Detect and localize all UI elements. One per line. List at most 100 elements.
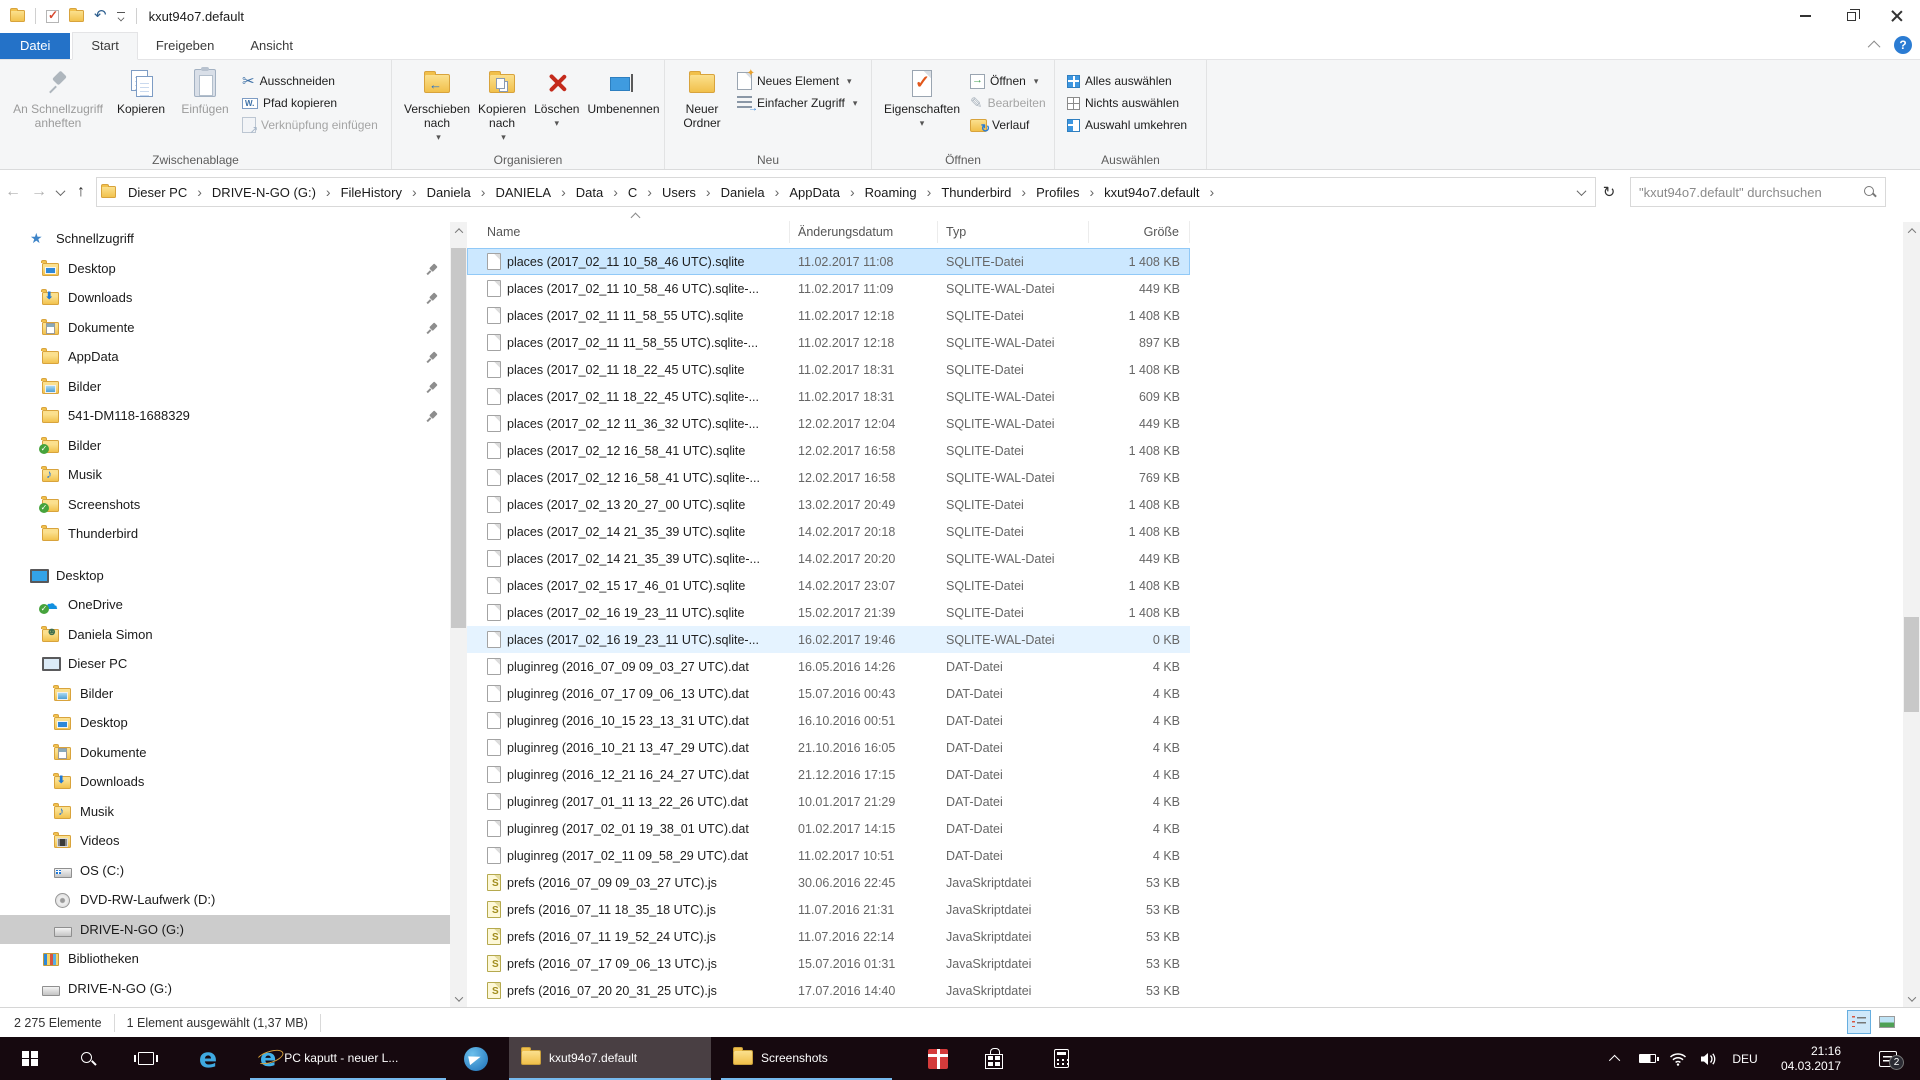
column-header-date[interactable]: Änderungsdatum	[790, 221, 938, 243]
file-row[interactable]: prefs (2016_07_11 18_35_18 UTC).js 11.07…	[467, 896, 1190, 923]
sidebar-item[interactable]: Downloads	[0, 283, 450, 313]
ribbon-tab[interactable]: Start	[72, 32, 137, 60]
explorer-task-button-screenshots[interactable]: Screenshots	[721, 1037, 892, 1080]
battery-status[interactable]	[1634, 1037, 1660, 1080]
file-row[interactable]: pluginreg (2016_07_17 09_06_13 UTC).dat …	[467, 680, 1190, 707]
properties-button[interactable]: Eigenschaften	[880, 64, 964, 132]
breadcrumb-segment[interactable]: Dieser PC	[124, 183, 208, 202]
sidebar-item[interactable]: DRIVE-N-GO (G:)	[0, 915, 450, 945]
new-item-button[interactable]: Neues Element	[737, 70, 857, 92]
language-indicator[interactable]: DEU	[1726, 1037, 1764, 1080]
file-row[interactable]: places (2017_02_11 10_58_46 UTC).sqlite-…	[467, 275, 1190, 302]
scrollbar-thumb[interactable]	[1904, 617, 1919, 712]
invert-selection-button[interactable]: Auswahl umkehren	[1067, 114, 1187, 136]
search-icon[interactable]	[1863, 185, 1877, 199]
network-status[interactable]	[1664, 1037, 1692, 1080]
copy-to-button[interactable]: Kopieren nach	[474, 64, 530, 146]
file-row[interactable]: places (2017_02_14 21_35_39 UTC).sqlite-…	[467, 545, 1190, 572]
file-row[interactable]: pluginreg (2017_01_11 13_22_26 UTC).dat …	[467, 788, 1190, 815]
file-row[interactable]: pluginreg (2016_10_15 23_13_31 UTC).dat …	[467, 707, 1190, 734]
tray-expand-button[interactable]	[1604, 1037, 1628, 1080]
breadcrumb-segment[interactable]: Daniela	[717, 183, 786, 202]
file-row[interactable]: prefs (2016_07_11 19_52_24 UTC).js 11.07…	[467, 923, 1190, 950]
file-row[interactable]: places (2017_02_11 18_22_45 UTC).sqlite …	[467, 356, 1190, 383]
paste-button[interactable]: Einfügen	[174, 64, 236, 118]
new-folder-button[interactable]: Neuer Ordner	[673, 64, 731, 132]
sidebar-item[interactable]: 541-DM118-1688329	[0, 401, 450, 431]
rename-button[interactable]: Umbenennen	[583, 64, 663, 118]
breadcrumb-segment[interactable]: AppData	[785, 183, 860, 202]
sidebar-item[interactable]: Dokumente	[0, 738, 450, 768]
scroll-up-icon[interactable]	[450, 222, 467, 239]
sidebar-item[interactable]: OneDrive	[0, 590, 450, 620]
new-folder-qat-icon[interactable]	[69, 10, 84, 22]
gift-app-button[interactable]	[915, 1037, 961, 1080]
properties-qat-icon[interactable]	[46, 10, 59, 23]
file-list-scrollbar[interactable]	[1903, 222, 1920, 1007]
file-row[interactable]: places (2017_02_12 16_58_41 UTC).sqlite …	[467, 437, 1190, 464]
details-view-button[interactable]	[1848, 1011, 1870, 1033]
sidebar-item[interactable]: Dokumente	[0, 313, 450, 343]
restore-button[interactable]	[1828, 0, 1874, 32]
sidebar-item[interactable]: Bilder	[0, 431, 450, 461]
start-button[interactable]	[8, 1037, 52, 1080]
file-row[interactable]: places (2017_02_12 16_58_41 UTC).sqlite-…	[467, 464, 1190, 491]
forward-button[interactable]: →	[26, 183, 52, 201]
action-center-button[interactable]: 2	[1868, 1037, 1908, 1080]
sidebar-item[interactable]: OS (C:)	[0, 856, 450, 886]
file-row[interactable]: pluginreg (2017_02_11 09_58_29 UTC).dat …	[467, 842, 1190, 869]
store-button[interactable]	[971, 1037, 1017, 1080]
sidebar-item[interactable]: Musik	[0, 797, 450, 827]
breadcrumb-segment[interactable]: Data	[572, 183, 624, 202]
file-row[interactable]: places (2017_02_16 19_23_11 UTC).sqlite-…	[467, 626, 1190, 653]
delete-button[interactable]: Löschen	[530, 64, 583, 132]
select-none-button[interactable]: Nichts auswählen	[1067, 92, 1187, 114]
cut-button[interactable]: ✂ Ausschneiden	[242, 70, 378, 92]
copy-path-button[interactable]: W. Pfad kopieren	[242, 92, 378, 114]
file-row[interactable]: places (2017_02_11 11_58_55 UTC).sqlite-…	[467, 329, 1190, 356]
breadcrumb-segment[interactable]: Roaming	[861, 183, 938, 202]
calculator-button[interactable]	[1038, 1037, 1084, 1080]
file-row[interactable]: places (2017_02_11 18_22_45 UTC).sqlite-…	[467, 383, 1190, 410]
sidebar-item[interactable]: DVD-RW-Laufwerk (D:)	[0, 885, 450, 915]
sidebar-item[interactable]: Bibliotheken	[0, 944, 450, 974]
sidebar-item[interactable]: Screenshots	[0, 490, 450, 520]
file-row[interactable]: places (2017_02_16 19_23_11 UTC).sqlite …	[467, 599, 1190, 626]
sidebar-item[interactable]: Thunderbird	[0, 519, 450, 549]
taskbar-search-button[interactable]	[64, 1037, 112, 1080]
up-button[interactable]: ↑	[68, 183, 94, 201]
sidebar-item[interactable]: Daniela Simon	[0, 620, 450, 650]
ribbon-tab[interactable]: Datei	[0, 33, 70, 59]
history-button[interactable]: Verlauf	[970, 114, 1046, 136]
breadcrumb-segment[interactable]: Thunderbird	[937, 183, 1032, 202]
address-dropdown-chevron-icon[interactable]	[1578, 183, 1585, 201]
sidebar-item[interactable]: Bilder	[0, 372, 450, 402]
breadcrumb-segment[interactable]: C	[624, 183, 658, 202]
file-row[interactable]: pluginreg (2017_02_01 19_38_01 UTC).dat …	[467, 815, 1190, 842]
file-row[interactable]: places (2017_02_14 21_35_39 UTC).sqlite …	[467, 518, 1190, 545]
sidebar-item[interactable]: Desktop	[0, 708, 450, 738]
file-row[interactable]: places (2017_02_12 11_36_32 UTC).sqlite-…	[467, 410, 1190, 437]
breadcrumb-segment[interactable]: kxut94o7.default	[1100, 183, 1220, 202]
breadcrumb-segment[interactable]: Profiles	[1032, 183, 1100, 202]
customize-qat-chevron-icon[interactable]	[117, 12, 126, 21]
select-all-button[interactable]: Alles auswählen	[1067, 70, 1187, 92]
paste-shortcut-button[interactable]: Verknüpfung einfügen	[242, 114, 378, 136]
recent-locations-chevron-icon[interactable]	[52, 183, 68, 201]
scrollbar-thumb[interactable]	[451, 248, 466, 628]
ie-task-button[interactable]: e PC kaputt - neuer L...	[250, 1037, 446, 1080]
file-row[interactable]: pluginreg (2016_10_21 13_47_29 UTC).dat …	[467, 734, 1190, 761]
scroll-down-icon[interactable]	[1903, 990, 1920, 1007]
file-row[interactable]: pluginreg (2016_07_09 09_03_27 UTC).dat …	[467, 653, 1190, 680]
file-row[interactable]: places (2017_02_11 10_58_46 UTC).sqlite …	[467, 248, 1190, 275]
move-to-button[interactable]: ← Verschieben nach	[400, 64, 474, 146]
ribbon-tab[interactable]: Freigeben	[138, 33, 233, 59]
file-row[interactable]: prefs (2016_07_09 09_03_27 UTC).js 30.06…	[467, 869, 1190, 896]
volume-status[interactable]	[1694, 1037, 1722, 1080]
sidebar-item[interactable]: Desktop	[0, 561, 450, 591]
breadcrumb-segment[interactable]: FileHistory	[337, 183, 423, 202]
column-header-size[interactable]: Größe	[1089, 221, 1190, 243]
breadcrumb-segment[interactable]: Users	[658, 183, 717, 202]
file-row[interactable]: places (2017_02_15 17_46_01 UTC).sqlite …	[467, 572, 1190, 599]
file-row[interactable]: places (2017_02_13 20_27_00 UTC).sqlite …	[467, 491, 1190, 518]
